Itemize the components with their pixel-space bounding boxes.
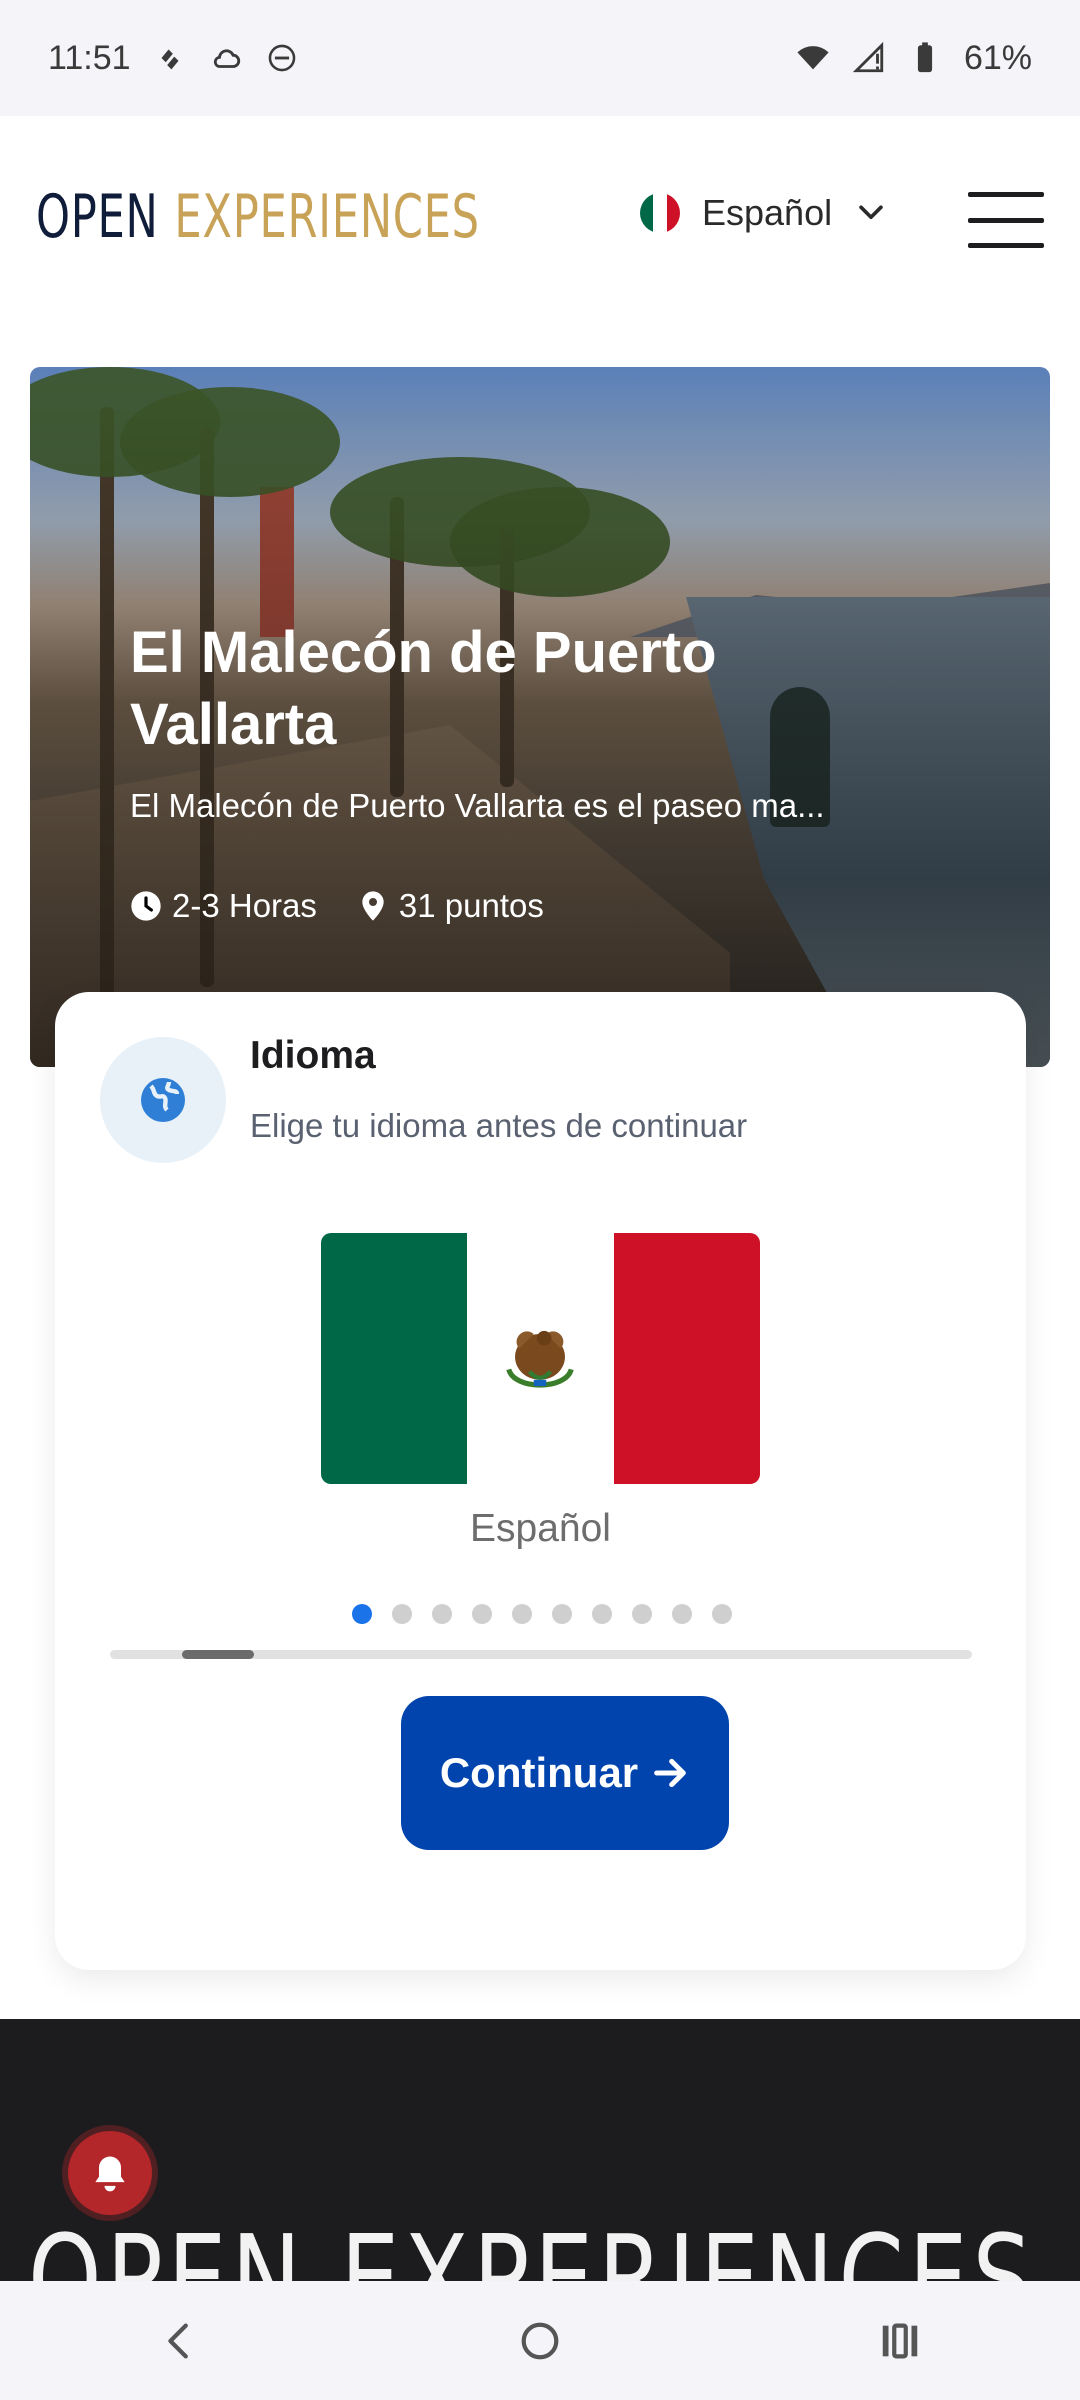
- app-header: OPEN EXPERIENCES Español: [0, 116, 1080, 316]
- recent-apps-button[interactable]: [860, 2301, 940, 2381]
- hero-title: El Malecón de Puerto Vallarta: [130, 620, 717, 757]
- card-subtitle: Elige tu idioma antes de continuar: [250, 1107, 748, 1144]
- carousel-pagination: [352, 1604, 732, 1624]
- mexico-flag-option[interactable]: [321, 1233, 760, 1484]
- language-selector[interactable]: Español: [640, 192, 888, 234]
- mexico-flag-icon: [640, 193, 680, 233]
- signal-icon: [852, 41, 886, 75]
- brand-logo[interactable]: OPEN EXPERIENCES: [36, 182, 480, 252]
- footer: OPEN EXPERIENCES: [0, 2019, 1080, 2281]
- home-circle-icon: [521, 2322, 559, 2359]
- globe-icon: [100, 1037, 226, 1163]
- carousel-dot[interactable]: [512, 1604, 532, 1624]
- status-time: 11:51: [48, 38, 131, 77]
- hero-description: El Malecón de Puerto Vallarta es el pase…: [130, 787, 825, 824]
- points-text: 31 puntos: [398, 887, 544, 924]
- home-button[interactable]: [500, 2301, 580, 2381]
- carousel-dot[interactable]: [712, 1604, 732, 1624]
- carousel-dot[interactable]: [632, 1604, 652, 1624]
- back-button[interactable]: [140, 2301, 220, 2381]
- logo-primary: OPEN: [36, 182, 159, 252]
- footer-logo: OPEN EXPERIENCES: [28, 2211, 1037, 2281]
- wifi-icon: [796, 41, 830, 75]
- notification-icon: [153, 41, 187, 75]
- carousel-dot[interactable]: [472, 1604, 492, 1624]
- card-title: Idioma: [250, 1034, 376, 1077]
- carousel-dot[interactable]: [592, 1604, 612, 1624]
- hamburger-menu-icon[interactable]: [968, 192, 1044, 248]
- status-bar: 11:51 61%: [0, 0, 1080, 116]
- cloud-icon: [209, 41, 243, 75]
- carousel-dot[interactable]: [672, 1604, 692, 1624]
- chevron-left-icon: [168, 2323, 188, 2358]
- recent-apps-icon: [882, 2323, 918, 2358]
- mexican-eagle-emblem-icon: [506, 1330, 575, 1388]
- carousel-dot[interactable]: [432, 1604, 452, 1624]
- battery-level: 61%: [963, 38, 1032, 77]
- scrollbar-thumb[interactable]: [182, 1650, 254, 1659]
- map-pin-icon: [362, 891, 384, 921]
- duration-text: 2-3 Horas: [172, 887, 317, 924]
- duration-info: 2-3 Horas: [130, 887, 317, 925]
- carousel-dot[interactable]: [552, 1604, 572, 1624]
- logo-secondary: EXPERIENCES: [174, 182, 480, 252]
- clock-icon: [131, 891, 161, 921]
- carousel-dot[interactable]: [352, 1604, 372, 1624]
- selected-language-label: Español: [470, 1507, 611, 1550]
- points-info: 31 puntos: [357, 887, 544, 925]
- hero-meta: 2-3 Horas 31 puntos: [130, 887, 544, 925]
- circle-icon: [265, 41, 299, 75]
- language-selector-label: Español: [702, 192, 833, 233]
- chevron-down-icon: [854, 196, 888, 230]
- horizontal-scrollbar[interactable]: [110, 1650, 972, 1659]
- language-selection-card: Idioma Elige tu idioma antes de continua…: [55, 992, 1026, 1970]
- notification-bell-icon[interactable]: [68, 2131, 152, 2215]
- battery-icon: [908, 41, 942, 75]
- carousel-dot[interactable]: [392, 1604, 412, 1624]
- arrow-right-icon: [654, 1758, 686, 1788]
- hero-banner[interactable]: El Malecón de Puerto Vallarta El Malecón…: [30, 367, 1050, 1067]
- continue-button[interactable]: Continuar: [401, 1696, 729, 1850]
- continue-button-label: Continuar: [439, 1749, 639, 1796]
- system-navigation-bar: [0, 2281, 1080, 2400]
